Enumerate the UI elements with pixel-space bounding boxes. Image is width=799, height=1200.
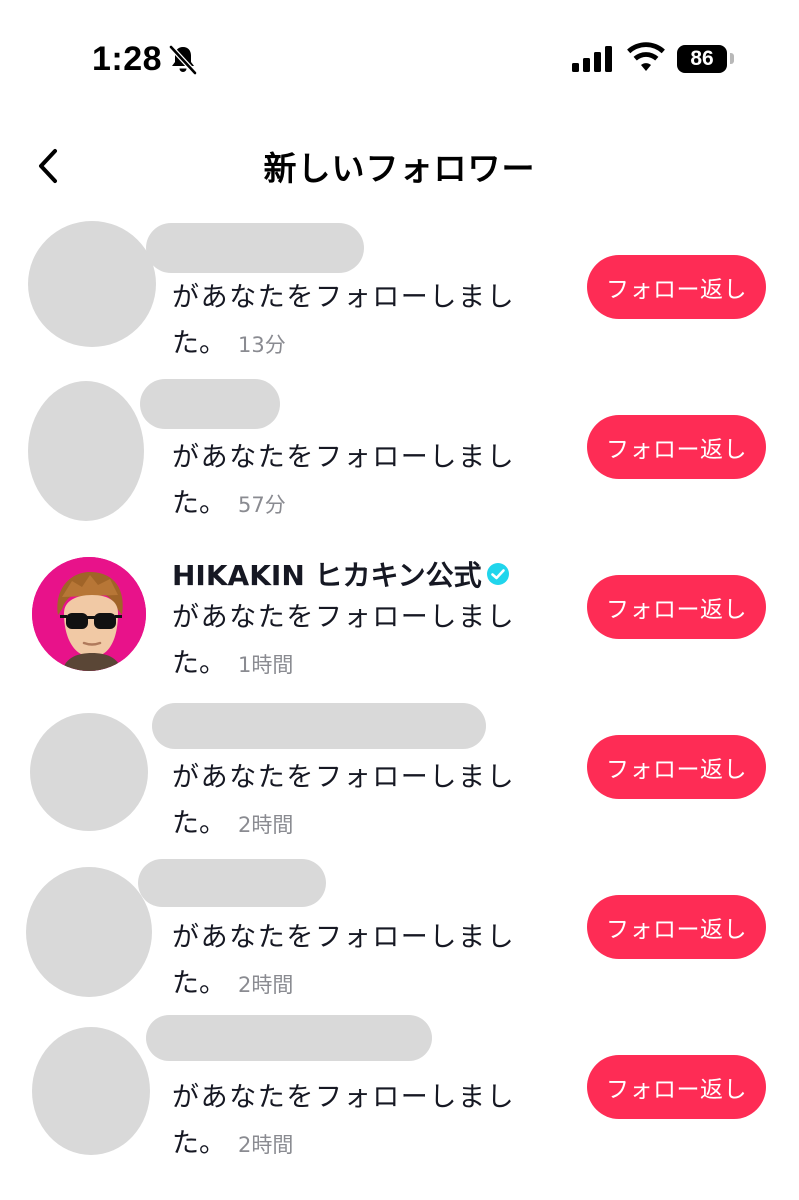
battery-level: 86	[677, 45, 727, 73]
follow-back-button[interactable]: フォロー返し	[587, 895, 766, 959]
follow-message-end: た。	[172, 328, 226, 359]
follow-message: があなたをフォローしまし	[172, 1082, 516, 1113]
follow-message: があなたをフォローしまし	[172, 762, 516, 793]
status-time: 1:28	[92, 40, 163, 78]
follow-message-end: た。	[172, 808, 226, 839]
follow-message-cont: た。 57分	[172, 481, 286, 520]
username-text: HIKAKIN ヒカキン公式	[172, 559, 482, 592]
avatar-redacted[interactable]	[28, 381, 144, 521]
follow-back-button[interactable]: フォロー返し	[587, 255, 766, 319]
follow-message-cont: た。 2時間	[172, 961, 293, 1000]
follow-message-cont: た。 2時間	[172, 801, 293, 840]
follow-message-end: た。	[172, 648, 226, 679]
list-item[interactable]: があなたをフォローしまし た。 13分 フォロー返し	[0, 213, 799, 373]
verified-badge-icon	[486, 563, 509, 585]
follow-message: があなたをフォローしまし	[172, 282, 516, 313]
time-ago: 2時間	[238, 813, 294, 837]
list-item[interactable]: があなたをフォローしまし た。 57分 フォロー返し	[0, 373, 799, 533]
follow-back-button[interactable]: フォロー返し	[587, 735, 766, 799]
follow-message: があなたをフォローしまし	[172, 602, 516, 633]
follow-message-cont: た。 1時間	[172, 641, 293, 680]
list-item[interactable]: があなたをフォローしまし た。 2時間 フォロー返し	[0, 1013, 799, 1173]
follow-back-button[interactable]: フォロー返し	[587, 575, 766, 639]
battery-icon: 86	[677, 45, 735, 73]
time-ago: 2時間	[238, 973, 294, 997]
avatar-redacted[interactable]	[32, 1027, 150, 1155]
time-ago: 57分	[238, 493, 286, 517]
avatar[interactable]	[32, 557, 146, 671]
avatar-redacted[interactable]	[28, 221, 156, 347]
list-item[interactable]: があなたをフォローしまし た。 2時間 フォロー返し	[0, 853, 799, 1013]
cellular-signal-icon	[572, 46, 612, 72]
page-title: 新しいフォロワー	[263, 149, 536, 188]
time-ago: 2時間	[238, 1133, 294, 1157]
nav-header: 新しいフォロワー	[0, 120, 799, 210]
follower-list: があなたをフォローしまし た。 13分 フォロー返し があなたをフォローしまし た…	[0, 213, 799, 1173]
username-redacted[interactable]	[146, 1015, 432, 1061]
follow-message-cont: た。 2時間	[172, 1121, 293, 1160]
time-ago: 13分	[238, 333, 286, 357]
follow-message-cont: た。 13分	[172, 321, 286, 360]
username-redacted[interactable]	[152, 703, 486, 749]
follow-message-end: た。	[172, 488, 226, 519]
avatar-redacted[interactable]	[26, 867, 152, 997]
username-redacted[interactable]	[140, 379, 280, 429]
avatar-photo-icon	[32, 557, 146, 671]
follow-message-end: た。	[172, 1128, 226, 1159]
follow-message-end: た。	[172, 968, 226, 999]
username-redacted[interactable]	[138, 859, 326, 907]
avatar-redacted[interactable]	[30, 713, 148, 831]
time-ago: 1時間	[238, 653, 294, 677]
wifi-icon	[627, 42, 665, 71]
username-redacted[interactable]	[146, 223, 364, 273]
status-bar: 1:28 86	[0, 0, 799, 120]
bell-muted-icon	[169, 45, 197, 75]
battery-cap	[730, 53, 734, 64]
username[interactable]: HIKAKIN ヒカキン公式	[172, 554, 510, 594]
follow-message: があなたをフォローしまし	[172, 442, 516, 473]
follow-message: があなたをフォローしまし	[172, 922, 516, 953]
list-item[interactable]: があなたをフォローしまし た。 2時間 フォロー返し	[0, 693, 799, 853]
follow-back-button[interactable]: フォロー返し	[587, 1055, 766, 1119]
follow-back-button[interactable]: フォロー返し	[587, 415, 766, 479]
